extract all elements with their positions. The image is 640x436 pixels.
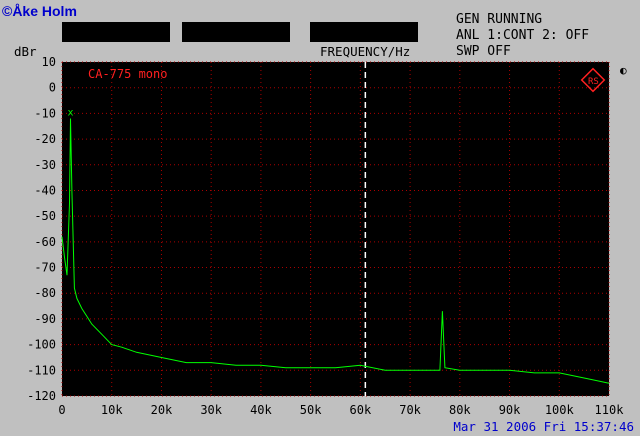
x-tick-label: 60k — [350, 403, 372, 417]
y-tick-label: -120 — [27, 389, 56, 403]
y-tick-label: -110 — [27, 363, 56, 377]
y-tick-label: 0 — [49, 81, 56, 95]
y-tick-label: -30 — [34, 158, 56, 172]
x-tick-label: 30k — [200, 403, 222, 417]
y-tick-label: -90 — [34, 312, 56, 326]
fft-chart: 10 0 -10 -20 -30 -40 -50 -60 -70 -80 -90 -100 -110 -1… — [27, 55, 625, 417]
y-tick-label: -10 — [34, 106, 56, 120]
y-tick-label: -60 — [34, 235, 56, 249]
x-tick-label: 0 — [58, 403, 65, 417]
peak-marker: x — [67, 108, 73, 119]
x-tick-label: 10k — [101, 403, 123, 417]
y-tick-label: -100 — [27, 338, 56, 352]
x-tick-label: 90k — [499, 403, 521, 417]
x-tick-label: 100k — [545, 403, 575, 417]
x-tick-label: 40k — [250, 403, 272, 417]
x-tick-label: 80k — [449, 403, 471, 417]
x-tick-label: 50k — [300, 403, 322, 417]
y-tick-label: -70 — [34, 261, 56, 275]
x-tick-label: 110k — [595, 403, 625, 417]
svg-text:RS: RS — [588, 77, 599, 87]
x-tick-label: 20k — [151, 403, 173, 417]
y-tick-label: -40 — [34, 183, 56, 197]
chart-title: CA-775 mono — [88, 67, 167, 81]
plot-area — [62, 62, 609, 396]
y-tick-label: -50 — [34, 209, 56, 223]
timestamp: Mar 31 2006 Fri 15:37:46 — [453, 419, 634, 434]
y-tick-label: 10 — [42, 55, 56, 69]
y-tick-label: -20 — [34, 132, 56, 146]
y-tick-label: -80 — [34, 286, 56, 300]
x-tick-label: 70k — [399, 403, 421, 417]
